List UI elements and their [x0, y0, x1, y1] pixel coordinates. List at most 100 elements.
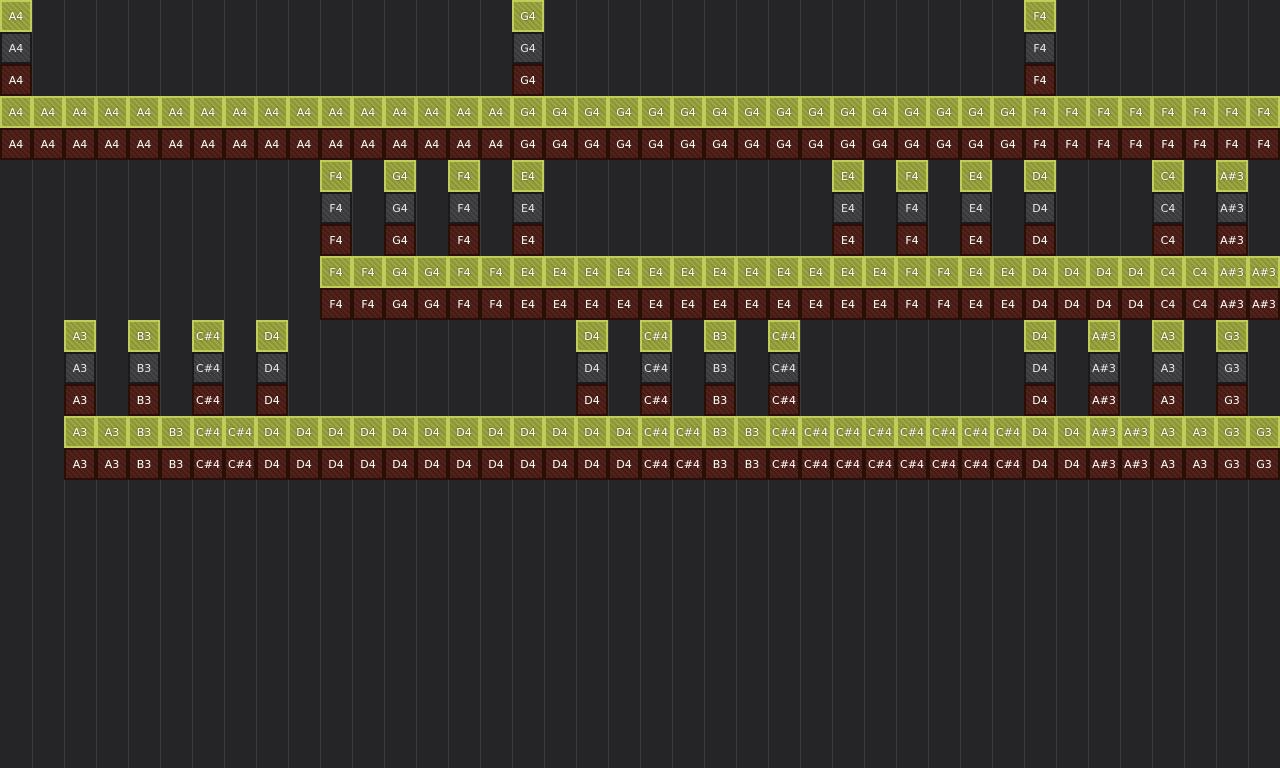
- note-cell-olive[interactable]: C#4: [864, 416, 896, 448]
- note-cell-olive[interactable]: G3: [1216, 320, 1248, 352]
- note-cell-olive[interactable]: D4: [576, 416, 608, 448]
- note-cell-olive[interactable]: A3: [1152, 416, 1184, 448]
- note-cell-olive[interactable]: A#3: [1216, 160, 1248, 192]
- note-cell-red[interactable]: A4: [384, 128, 416, 160]
- note-cell-red[interactable]: F4: [448, 224, 480, 256]
- note-cell-red[interactable]: C#4: [896, 448, 928, 480]
- note-cell-red[interactable]: G4: [640, 128, 672, 160]
- note-cell-olive[interactable]: A4: [192, 96, 224, 128]
- note-cell-red[interactable]: G4: [512, 64, 544, 96]
- note-cell-red[interactable]: G4: [960, 128, 992, 160]
- note-cell-olive[interactable]: B3: [160, 416, 192, 448]
- note-cell-olive[interactable]: A3: [96, 416, 128, 448]
- note-cell-olive[interactable]: G4: [960, 96, 992, 128]
- note-cell-olive[interactable]: D4: [256, 320, 288, 352]
- note-cell-red[interactable]: E4: [512, 224, 544, 256]
- note-cell-red[interactable]: A4: [256, 128, 288, 160]
- note-cell-olive[interactable]: C#4: [640, 416, 672, 448]
- note-cell-red[interactable]: F4: [352, 288, 384, 320]
- note-cell-gray[interactable]: D4: [1024, 192, 1056, 224]
- note-cell-red[interactable]: E4: [832, 288, 864, 320]
- note-cell-red[interactable]: E4: [672, 288, 704, 320]
- note-cell-red[interactable]: A4: [64, 128, 96, 160]
- note-cell-red[interactable]: A#3: [1248, 288, 1280, 320]
- note-cell-red[interactable]: G4: [576, 128, 608, 160]
- note-cell-red[interactable]: E4: [832, 224, 864, 256]
- note-cell-olive[interactable]: F4: [1056, 96, 1088, 128]
- note-cell-red[interactable]: E4: [960, 288, 992, 320]
- note-cell-olive[interactable]: D4: [1024, 320, 1056, 352]
- note-cell-red[interactable]: F4: [1056, 128, 1088, 160]
- note-cell-olive[interactable]: A#3: [1088, 320, 1120, 352]
- note-cell-red[interactable]: G4: [384, 224, 416, 256]
- note-cell-olive[interactable]: C#4: [896, 416, 928, 448]
- note-cell-red[interactable]: B3: [160, 448, 192, 480]
- note-cell-red[interactable]: E4: [640, 288, 672, 320]
- note-cell-olive[interactable]: G4: [768, 96, 800, 128]
- note-cell-red[interactable]: E4: [704, 288, 736, 320]
- note-cell-red[interactable]: G4: [384, 288, 416, 320]
- note-cell-red[interactable]: D4: [288, 448, 320, 480]
- note-cell-red[interactable]: A4: [480, 128, 512, 160]
- note-cell-olive[interactable]: B3: [704, 320, 736, 352]
- note-cell-olive[interactable]: C#4: [800, 416, 832, 448]
- note-cell-olive[interactable]: A3: [1152, 320, 1184, 352]
- note-cell-red[interactable]: E4: [768, 288, 800, 320]
- note-cell-red[interactable]: F4: [896, 224, 928, 256]
- note-cell-red[interactable]: F4: [448, 288, 480, 320]
- note-cell-olive[interactable]: E4: [512, 256, 544, 288]
- note-cell-olive[interactable]: E4: [800, 256, 832, 288]
- note-cell-red[interactable]: F4: [928, 288, 960, 320]
- note-cell-olive[interactable]: E4: [768, 256, 800, 288]
- note-cell-red[interactable]: A4: [224, 128, 256, 160]
- note-cell-red[interactable]: C#4: [864, 448, 896, 480]
- note-cell-olive[interactable]: E4: [960, 160, 992, 192]
- note-cell-olive[interactable]: E4: [832, 256, 864, 288]
- note-cell-olive[interactable]: G4: [640, 96, 672, 128]
- note-cell-olive[interactable]: D4: [1056, 416, 1088, 448]
- note-cell-olive[interactable]: E4: [576, 256, 608, 288]
- note-cell-olive[interactable]: C#4: [768, 320, 800, 352]
- note-cell-red[interactable]: G4: [896, 128, 928, 160]
- note-cell-red[interactable]: F4: [480, 288, 512, 320]
- note-cell-olive[interactable]: A3: [1184, 416, 1216, 448]
- note-cell-red[interactable]: G4: [928, 128, 960, 160]
- note-cell-red[interactable]: D4: [416, 448, 448, 480]
- note-cell-olive[interactable]: F4: [1248, 96, 1280, 128]
- note-cell-red[interactable]: F4: [1088, 128, 1120, 160]
- note-cell-red[interactable]: A3: [1152, 448, 1184, 480]
- note-cell-olive[interactable]: F4: [1024, 0, 1056, 32]
- note-cell-olive[interactable]: A4: [224, 96, 256, 128]
- note-cell-olive[interactable]: G4: [384, 160, 416, 192]
- note-cell-olive[interactable]: D4: [1024, 256, 1056, 288]
- note-cell-red[interactable]: D4: [384, 448, 416, 480]
- note-cell-olive[interactable]: A4: [288, 96, 320, 128]
- note-cell-olive[interactable]: D4: [576, 320, 608, 352]
- note-cell-olive[interactable]: E4: [672, 256, 704, 288]
- note-cell-red[interactable]: A4: [32, 128, 64, 160]
- note-cell-olive[interactable]: G4: [992, 96, 1024, 128]
- note-cell-red[interactable]: A#3: [1216, 224, 1248, 256]
- note-cell-red[interactable]: G4: [992, 128, 1024, 160]
- note-cell-red[interactable]: A3: [1152, 384, 1184, 416]
- note-cell-red[interactable]: F4: [1216, 128, 1248, 160]
- note-cell-olive[interactable]: B3: [736, 416, 768, 448]
- note-cell-olive[interactable]: A4: [416, 96, 448, 128]
- note-cell-olive[interactable]: B3: [704, 416, 736, 448]
- note-cell-red[interactable]: B3: [704, 384, 736, 416]
- note-cell-red[interactable]: D4: [1024, 224, 1056, 256]
- note-cell-red[interactable]: C#4: [768, 448, 800, 480]
- note-cell-gray[interactable]: C#4: [192, 352, 224, 384]
- note-cell-gray[interactable]: E4: [960, 192, 992, 224]
- note-cell-red[interactable]: F4: [896, 288, 928, 320]
- note-cell-red[interactable]: C#4: [800, 448, 832, 480]
- note-cell-olive[interactable]: A4: [160, 96, 192, 128]
- note-cell-red[interactable]: G4: [416, 288, 448, 320]
- note-cell-red[interactable]: D4: [256, 384, 288, 416]
- note-cell-red[interactable]: D4: [352, 448, 384, 480]
- note-cell-red[interactable]: A3: [64, 384, 96, 416]
- note-cell-olive[interactable]: A3: [64, 416, 96, 448]
- note-cell-olive[interactable]: G4: [512, 96, 544, 128]
- note-cell-red[interactable]: A#3: [1216, 288, 1248, 320]
- note-cell-red[interactable]: G4: [768, 128, 800, 160]
